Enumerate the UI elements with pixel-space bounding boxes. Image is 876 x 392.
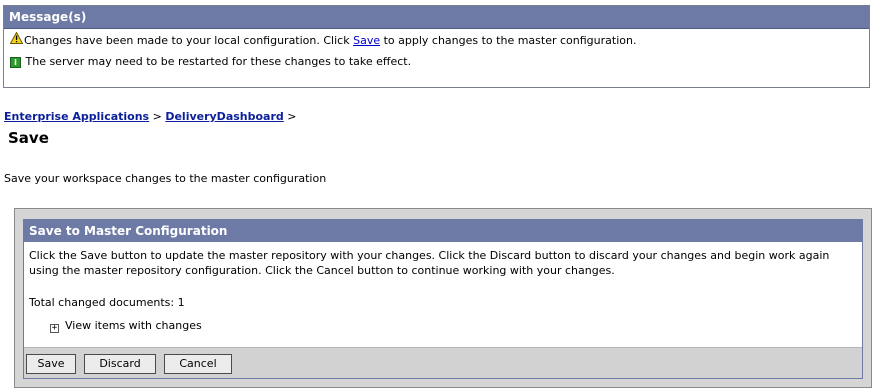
page-title: Save — [8, 129, 49, 147]
breadcrumb-deliverydashboard[interactable]: DeliveryDashboard — [165, 110, 283, 123]
save-button[interactable]: Save — [26, 354, 76, 374]
cancel-button[interactable]: Cancel — [164, 354, 232, 374]
warning-triangle-icon — [9, 31, 24, 50]
warning-text-after: to apply changes to the master configura… — [380, 34, 637, 47]
save-link[interactable]: Save — [353, 34, 380, 47]
total-changed-documents: Total changed documents: 1 — [29, 296, 185, 309]
warning-message: Changes have been made to your local con… — [9, 31, 637, 50]
breadcrumb-separator: > — [287, 110, 297, 123]
info-message: i The server may need to be restarted fo… — [10, 53, 411, 71]
breadcrumb: Enterprise Applications > DeliveryDashbo… — [4, 110, 297, 123]
breadcrumb-enterprise-applications[interactable]: Enterprise Applications — [4, 110, 149, 123]
messages-box: Message(s) Changes have been made to you… — [3, 5, 870, 88]
save-panel-header: Save to Master Configuration — [24, 220, 862, 242]
view-items-toggle[interactable]: + View items with changes — [50, 319, 202, 333]
save-panel-container: Save to Master Configuration Click the S… — [14, 208, 872, 388]
messages-header: Message(s) — [4, 6, 869, 29]
breadcrumb-separator: > — [152, 110, 162, 123]
button-bar: Save Discard Cancel — [24, 347, 862, 378]
discard-button[interactable]: Discard — [84, 354, 156, 374]
page-description: Save your workspace changes to the maste… — [4, 172, 327, 185]
expand-plus-icon[interactable]: + — [50, 324, 59, 333]
info-text: The server may need to be restarted for … — [25, 55, 412, 68]
save-instructions: Click the Save button to update the mast… — [29, 249, 830, 277]
save-panel: Save to Master Configuration Click the S… — [23, 219, 863, 379]
view-items-label[interactable]: View items with changes — [65, 319, 202, 332]
info-icon: i — [10, 56, 21, 68]
warning-text-before: Changes have been made to your local con… — [24, 34, 354, 47]
